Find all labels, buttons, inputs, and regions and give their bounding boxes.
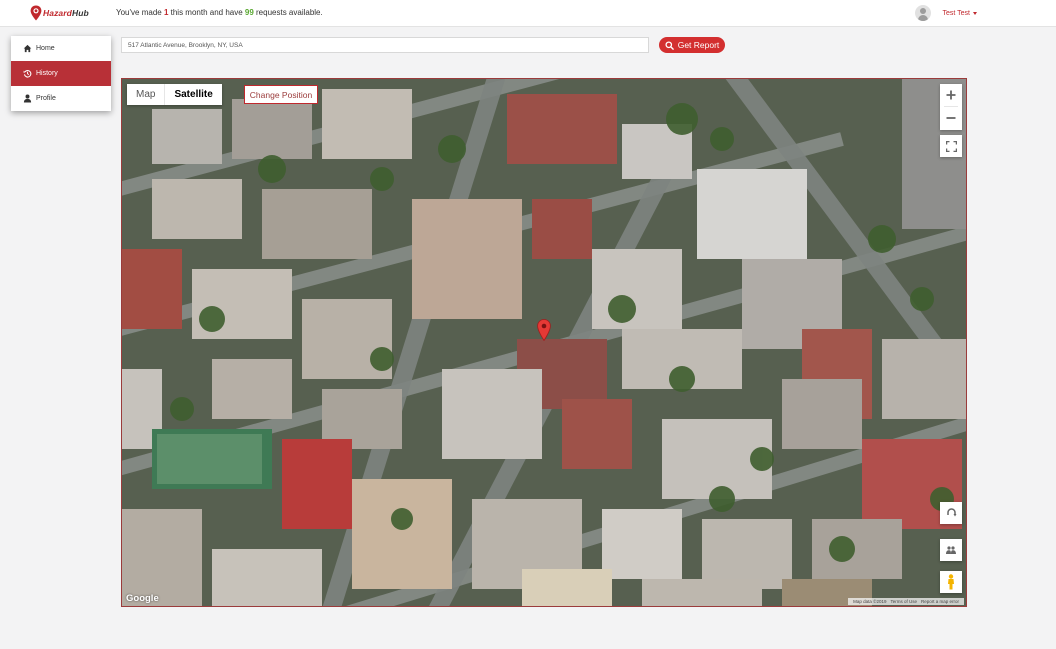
tilt-people-icon xyxy=(946,545,956,554)
zoom-out-button[interactable] xyxy=(940,107,962,129)
user-name: Test Test xyxy=(942,9,971,17)
tilt-view-button[interactable] xyxy=(940,539,962,561)
sidebar-item-label: Home xyxy=(36,45,55,52)
sidebar-item-profile[interactable]: Profile xyxy=(11,86,111,111)
aerial-imagery[interactable] xyxy=(122,79,967,607)
sidebar-item-label: History xyxy=(36,70,58,77)
hazardhub-logo[interactable]: HazardHub xyxy=(30,4,89,22)
zoom-control xyxy=(940,84,962,130)
user-icon xyxy=(23,94,32,103)
report-map-error-link[interactable]: Report a map error xyxy=(919,599,961,604)
get-report-label: Get Report xyxy=(677,40,720,50)
home-icon xyxy=(23,44,32,53)
caret-down-icon xyxy=(973,11,977,15)
pegman-icon xyxy=(948,574,954,590)
minus-icon xyxy=(946,117,956,119)
terms-of-use-link[interactable]: Terms of Use xyxy=(888,599,919,604)
sidebar-item-label: Profile xyxy=(36,95,56,102)
fullscreen-icon xyxy=(945,140,957,152)
rotate-icon xyxy=(946,507,956,516)
search-icon xyxy=(665,40,674,50)
logo-pin-icon xyxy=(30,5,42,21)
map-type-map-button[interactable]: Map xyxy=(127,84,164,105)
fullscreen-button[interactable] xyxy=(940,135,962,157)
map-attribution: Map data ©2019 Terms of Use Report a map… xyxy=(848,598,964,605)
address-search-input[interactable] xyxy=(121,37,649,53)
location-marker-icon[interactable] xyxy=(537,319,551,341)
map-type-satellite-button[interactable]: Satellite xyxy=(164,84,221,105)
map-type-control: Map Satellite xyxy=(127,84,222,105)
street-view-pegman-button[interactable] xyxy=(940,571,962,593)
sidebar-item-history[interactable]: History xyxy=(11,61,111,86)
satellite-map[interactable]: Map Satellite Change Position Google Map… xyxy=(121,78,967,607)
change-position-button[interactable]: Change Position xyxy=(244,85,318,104)
sidebar-nav: Home History Profile xyxy=(11,36,111,111)
user-menu[interactable]: Test Test xyxy=(914,5,977,21)
usage-message: You've made 1 this month and have 99 req… xyxy=(116,8,323,17)
logo-text: HazardHub xyxy=(43,8,89,18)
avatar xyxy=(914,5,931,21)
top-bar: HazardHub You've made 1 this month and h… xyxy=(0,0,1056,27)
map-data-text: Map data ©2019 xyxy=(853,599,887,604)
plus-icon xyxy=(946,90,956,100)
get-report-button[interactable]: Get Report xyxy=(659,37,725,53)
zoom-in-button[interactable] xyxy=(940,84,962,106)
sidebar-item-home[interactable]: Home xyxy=(11,36,111,61)
rotate-view-button[interactable] xyxy=(940,502,962,524)
history-icon xyxy=(23,69,32,78)
google-logo: Google xyxy=(126,593,159,604)
requests-available-count: 99 xyxy=(244,8,254,17)
